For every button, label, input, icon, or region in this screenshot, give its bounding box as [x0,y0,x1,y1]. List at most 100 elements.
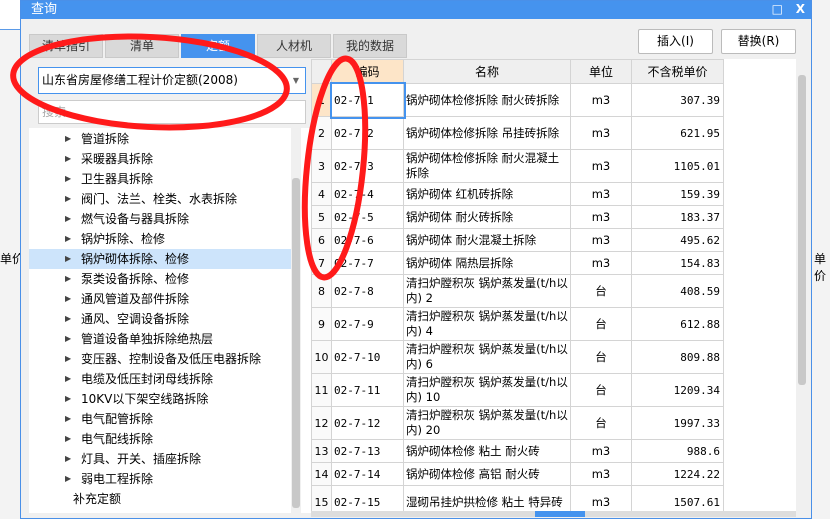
tree-item-label: 管道拆除 [81,132,130,146]
table-row[interactable]: 12 02-7-12 清扫炉膛积灰 锅炉蒸发量(t/h以内) 20 台 1997.33 [311,406,724,440]
tree-item[interactable]: ▶ 锅炉砌体拆除、检修 [29,249,291,269]
quota-unit: 台 [570,307,632,341]
chevron-down-icon[interactable]: ▼ [293,68,299,93]
tree-item[interactable]: ▶ 通风、空调设备拆除 [29,309,291,329]
row-number-header[interactable] [311,59,332,84]
tab-quota[interactable]: 定额 [181,34,255,58]
tree-item-label: 通风、空调设备拆除 [81,312,190,326]
close-icon[interactable]: X [796,1,805,18]
tree-item-label: 电缆及低压封闭母线拆除 [81,372,214,386]
tree-item[interactable]: ▶ 燃气设备与器具拆除 [29,209,291,229]
tree-item[interactable]: ▶ 锅炉拆除、检修 [29,229,291,249]
tab-my-data[interactable]: 我的数据 [333,34,407,58]
expand-caret-icon[interactable]: ▶ [65,269,71,289]
quota-unit: m3 [570,251,632,275]
quota-unit: m3 [570,116,632,150]
quota-name: 锅炉砌体检修拆除 耐火混凝土拆除 [403,149,571,183]
tree-item-label: 锅炉拆除、检修 [81,232,166,246]
tree-item[interactable]: ▶ 电缆及低压封闭母线拆除 [29,369,291,389]
expand-caret-icon[interactable]: ▶ [65,169,71,189]
unit-header[interactable]: 单位 [570,59,632,84]
quota-code: 02-7-7 [331,251,404,275]
tree-item[interactable]: ▶ 通风管道及部件拆除 [29,289,291,309]
code-header[interactable]: 编码 [331,59,404,84]
quota-code: 02-7-4 [331,182,404,206]
expand-caret-icon[interactable]: ▶ [65,129,71,149]
row-number: 4 [311,182,332,206]
row-number: 14 [311,462,332,486]
expand-caret-icon[interactable]: ▶ [65,429,71,449]
quota-price: 183.37 [631,205,724,229]
quota-name: 锅炉砌体检修拆除 耐火砖拆除 [403,83,571,117]
tree-scrollbar[interactable] [291,128,301,513]
expand-caret-icon[interactable]: ▶ [65,409,71,429]
table-row[interactable]: 9 02-7-9 清扫炉膛积灰 锅炉蒸发量(t/h以内) 4 台 612.88 [311,307,724,341]
table-row[interactable]: 6 02-7-6 锅炉砌体 耐火混凝土拆除 m3 495.62 [311,228,724,252]
table-row[interactable]: 14 02-7-14 锅炉砌体检修 高铝 耐火砖 m3 1224.22 [311,462,724,486]
tree-item[interactable]: ▶ 管道拆除 [29,129,291,149]
quota-name: 湿砌吊挂炉拱检修 粘土 特异砖 [403,485,571,511]
tree-item-label: 弱电工程拆除 [81,472,154,486]
table-row[interactable]: 4 02-7-4 锅炉砌体 红机砖拆除 m3 159.39 [311,182,724,206]
table-row[interactable]: 7 02-7-7 锅炉砌体 隔热层拆除 m3 154.83 [311,251,724,275]
search-input[interactable]: 搜索 [38,100,306,124]
quota-name: 清扫炉膛积灰 锅炉蒸发量(t/h以内) 2 [403,274,571,308]
table-row[interactable]: 8 02-7-8 清扫炉膛积灰 锅炉蒸发量(t/h以内) 2 台 408.59 [311,274,724,308]
table-row[interactable]: 1 02-7-1 锅炉砌体检修拆除 耐火砖拆除 m3 307.39 [311,81,724,119]
dialog-title-bar[interactable]: 查询 □ X [21,1,811,19]
tree-item[interactable]: ▶ 灯具、开关、插座拆除 [29,449,291,469]
expand-caret-icon[interactable]: ▶ [65,469,71,489]
quota-name: 锅炉砌体 耐火砖拆除 [403,205,571,229]
tree-item[interactable]: ▶ 管道设备单独拆除绝热层 [29,329,291,349]
tree-item[interactable]: ▶ 采暖器具拆除 [29,149,291,169]
expand-caret-icon[interactable]: ▶ [65,369,71,389]
tree-item[interactable]: ▶ 阀门、法兰、栓类、水表拆除 [29,189,291,209]
quota-unit: 台 [570,340,632,374]
quota-library-select[interactable]: 山东省房屋修缮工程计价定额(2008) ▼ [38,67,306,94]
tree-item[interactable]: ▶ 10KV以下架空线路拆除 [29,389,291,409]
expand-caret-icon[interactable]: ▶ [65,329,71,349]
replace-button[interactable]: 替换(R) [721,29,796,54]
table-row[interactable]: 10 02-7-10 清扫炉膛积灰 锅炉蒸发量(t/h以内) 6 台 809.88 [311,340,724,374]
expand-caret-icon[interactable]: ▶ [65,229,71,249]
quota-price: 1224.22 [631,462,724,486]
tree-item[interactable]: 补充定额 [29,489,291,509]
tree-item[interactable]: ▶ 弱电工程拆除 [29,469,291,489]
quota-price: 408.59 [631,274,724,308]
tree-item[interactable]: ▶ 电气配管拆除 [29,409,291,429]
expand-caret-icon[interactable]: ▶ [65,309,71,329]
expand-caret-icon[interactable]: ▶ [65,209,71,229]
maximize-icon[interactable]: □ [772,1,783,18]
table-row[interactable]: 3 02-7-3 锅炉砌体检修拆除 耐火混凝土拆除 m3 1105.01 [311,149,724,183]
tree-item[interactable]: ▶ 卫生器具拆除 [29,169,291,189]
table-row[interactable]: 2 02-7-2 锅炉砌体检修拆除 吊挂砖拆除 m3 621.95 [311,116,724,150]
expand-caret-icon[interactable]: ▶ [65,149,71,169]
quota-unit: 台 [570,373,632,407]
tab-bill[interactable]: 清单 [105,34,179,58]
expand-caret-icon[interactable]: ▶ [65,349,71,369]
tree-item[interactable]: ▶ 电气配线拆除 [29,429,291,449]
tree-item[interactable]: ▶ 泵类设备拆除、检修 [29,269,291,289]
tree-item[interactable]: ▶ 变压器、控制设备及低压电器拆除 [29,349,291,369]
table-row[interactable]: 11 02-7-11 清扫炉膛积灰 锅炉蒸发量(t/h以内) 10 台 1209.34 [311,373,724,407]
expand-caret-icon[interactable]: ▶ [65,189,71,209]
tab-bill-guide[interactable]: 清单指引 [29,34,103,58]
quota-price: 1105.01 [631,149,724,183]
table-row[interactable]: 5 02-7-5 锅炉砌体 耐火砖拆除 m3 183.37 [311,205,724,229]
quota-table: 编码 名称 单位 不含税单价 1 02-7-1 锅炉砌体检修拆除 耐火砖拆除 m3 307.3… [311,59,796,511]
expand-caret-icon[interactable]: ▶ [65,249,71,269]
table-row[interactable]: 13 02-7-13 锅炉砌体检修 粘土 耐火砖 m3 988.6 [311,439,724,463]
expand-caret-icon[interactable]: ▶ [65,289,71,309]
row-number: 8 [311,274,332,308]
row-number: 9 [311,307,332,341]
tab-labor-material-machine[interactable]: 人材机 [257,34,331,58]
table-vertical-scrollbar[interactable] [796,59,808,511]
table-row[interactable]: 15 02-7-15 湿砌吊挂炉拱检修 粘土 特异砖 m3 1507.61 [311,485,724,511]
expand-caret-icon[interactable]: ▶ [65,389,71,409]
tree-item-label: 卫生器具拆除 [81,172,154,186]
price-header[interactable]: 不含税单价 [631,59,724,84]
insert-button[interactable]: 插入(I) [638,29,713,54]
expand-caret-icon[interactable]: ▶ [65,449,71,469]
name-header[interactable]: 名称 [403,59,571,84]
table-horizontal-scrollbar[interactable] [311,511,796,517]
